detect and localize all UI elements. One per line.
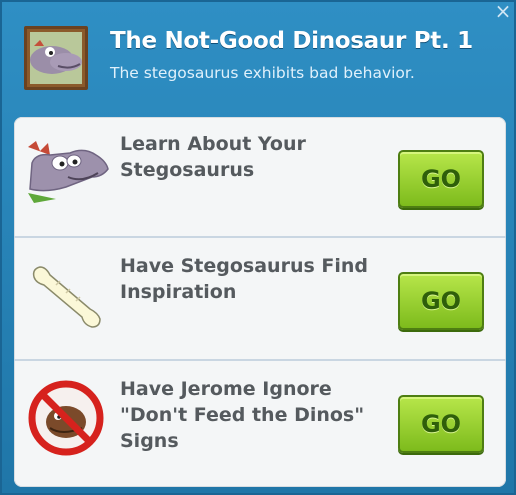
task-row: Have Stegosaurus Find Inspiration GO <box>14 239 506 361</box>
no-dinosaur-icon <box>26 378 110 458</box>
close-button[interactable]: × <box>492 1 514 24</box>
go-button[interactable]: GO <box>398 150 484 208</box>
go-button[interactable]: GO <box>398 272 484 330</box>
quest-title: The Not-Good Dinosaur Pt. 1 <box>110 28 473 54</box>
divider <box>14 359 506 361</box>
task-label: Learn About Your Stegosaurus <box>120 133 306 181</box>
bone-icon <box>26 255 110 335</box>
quest-header: The Not-Good Dinosaur Pt. 1 The stegosau… <box>2 1 516 112</box>
quest-portrait <box>24 26 88 90</box>
quest-dialog: The Not-Good Dinosaur Pt. 1 The stegosau… <box>0 0 516 495</box>
stegosaurus-head-icon <box>26 133 110 213</box>
divider <box>14 236 506 238</box>
task-label: Have Jerome Ignore "Don't Feed the Dinos… <box>120 378 365 452</box>
task-row: Learn About Your Stegosaurus GO <box>14 117 506 239</box>
task-list: Learn About Your Stegosaurus GO Have Ste… <box>14 117 506 487</box>
quest-subtitle: The stegosaurus exhibits bad behavior. <box>110 64 415 82</box>
stegosaurus-portrait-icon <box>30 32 82 84</box>
go-button[interactable]: GO <box>398 395 484 453</box>
task-row: Have Jerome Ignore "Don't Feed the Dinos… <box>14 362 506 484</box>
task-label: Have Stegosaurus Find Inspiration <box>120 255 369 303</box>
